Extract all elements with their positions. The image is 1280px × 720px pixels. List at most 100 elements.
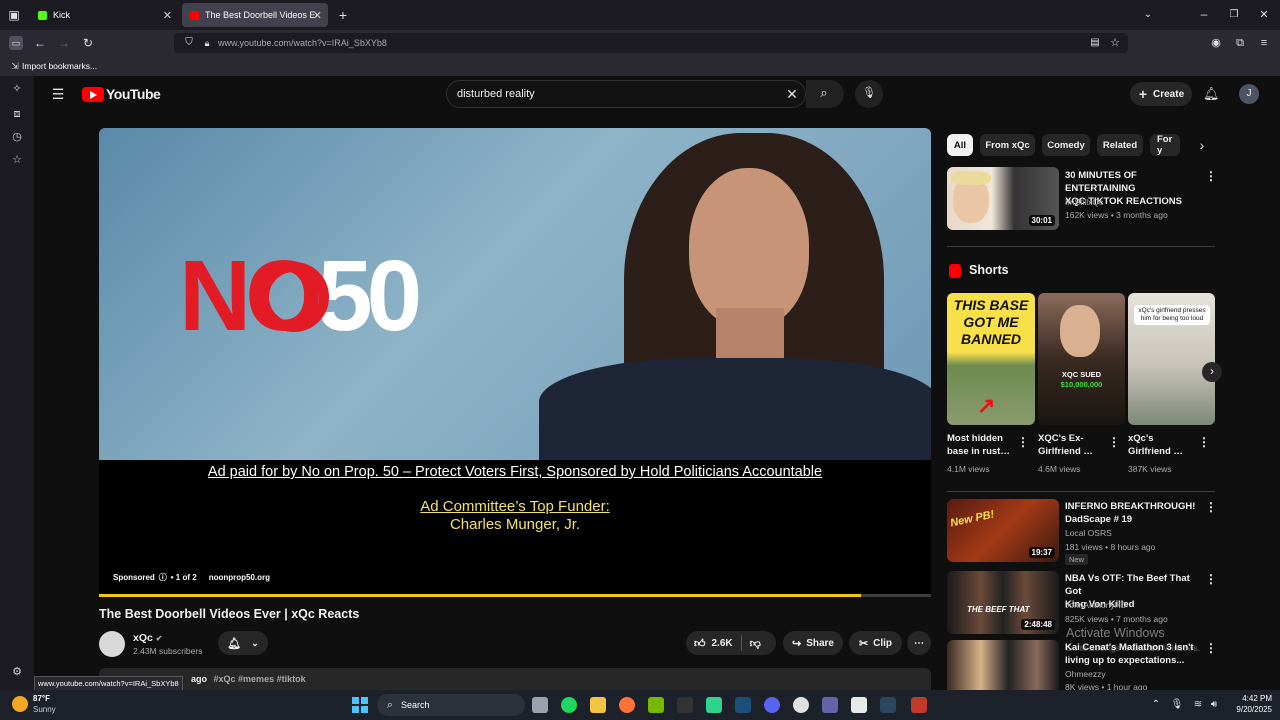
rec-title[interactable]: INFERNO BREAKTHROUGH! DadScape # 19	[1065, 500, 1205, 526]
settings-gear-icon[interactable]: ⚙	[11, 666, 23, 678]
account-icon[interactable]: ◉	[1209, 36, 1223, 50]
more-vertical-icon[interactable]: ⋮	[1198, 436, 1210, 448]
chip-all[interactable]: All	[947, 134, 973, 156]
reader-view-icon[interactable]: ▤	[1088, 36, 1102, 50]
forward-icon[interactable]: →	[57, 36, 71, 50]
chrome-icon[interactable]	[793, 697, 809, 713]
bookmark-star-icon[interactable]: ☆	[1108, 36, 1122, 50]
chevron-up-icon[interactable]: ⌃	[1149, 698, 1163, 712]
chevron-right-icon[interactable]: ›	[1195, 138, 1209, 152]
firefox-icon[interactable]	[619, 697, 635, 713]
description-box[interactable]: ago #xQc #memes #tiktok	[99, 668, 931, 690]
task-view-icon[interactable]	[532, 697, 548, 713]
short-title[interactable]: xQc's Girlfriend …	[1128, 432, 1198, 458]
app-red-icon[interactable]	[911, 697, 927, 713]
taskbar-search-box[interactable]: ⌕ Search	[377, 694, 525, 716]
teams-icon[interactable]	[822, 697, 838, 713]
rec-thumbnail[interactable]	[947, 640, 1059, 690]
spotify-icon[interactable]	[561, 697, 577, 713]
slack-icon[interactable]	[851, 697, 867, 713]
steam-2-icon[interactable]	[880, 697, 896, 713]
rec-thumbnail[interactable]: THE BEEF THAT 2:48:48	[947, 571, 1059, 634]
chevron-down-icon[interactable]: ⌄	[1141, 8, 1155, 22]
more-vertical-icon[interactable]: ⋮	[1205, 642, 1217, 654]
voice-search-button[interactable]: 🎙︎	[855, 80, 883, 108]
search-button[interactable]: ⌕	[806, 80, 844, 108]
rec-thumbnail[interactable]: New PB! 19:37	[947, 499, 1059, 562]
rec-thumbnail[interactable]: 30:01	[947, 167, 1059, 230]
url-bar[interactable]: ⛉ 🔒︎ www.youtube.com/watch?v=IRAi_SbXYb8…	[174, 33, 1128, 53]
more-actions-button[interactable]: ⋯	[907, 631, 931, 655]
reload-icon[interactable]: ↻	[81, 36, 95, 50]
steam-icon[interactable]	[735, 697, 751, 713]
back-icon[interactable]: ←	[33, 36, 47, 50]
app-icon[interactable]	[706, 697, 722, 713]
minimize-icon[interactable]: –	[1197, 7, 1211, 21]
tab-kick[interactable]: Kick ✕	[30, 3, 178, 27]
more-vertical-icon[interactable]: ⋮	[1205, 170, 1217, 182]
sidebar-toggle-icon[interactable]: ▭	[9, 36, 23, 50]
video-player[interactable]: NO 50 Ad paid for by No on Prop. 50 – Pr…	[99, 128, 931, 596]
chip-comedy[interactable]: Comedy	[1042, 134, 1090, 156]
short-thumbnail[interactable]: xQc's girlfriend presses him for being t…	[1128, 293, 1215, 425]
youtube-logo[interactable]: YouTube	[82, 86, 161, 102]
menu-icon[interactable]: ≡	[1257, 36, 1271, 50]
notifications-bell-icon[interactable]: 🔔︎	[1203, 87, 1220, 101]
tab-close-icon[interactable]: ✕	[163, 9, 172, 22]
new-tab-icon[interactable]: +	[336, 8, 350, 22]
rec-channel[interactable]: Local OSRS	[1065, 527, 1112, 539]
clip-button[interactable]: ✂ Clip	[849, 631, 902, 655]
avatar[interactable]: J	[1239, 84, 1259, 104]
shorts-next-button[interactable]: ›	[1202, 362, 1222, 382]
short-thumbnail[interactable]: XQC SUED $10,000,000	[1038, 293, 1125, 425]
synced-tabs-icon[interactable]: ⧈	[11, 108, 23, 120]
short-title[interactable]: XQC's Ex- Girlfriend …	[1038, 432, 1108, 458]
thumbs-up-icon[interactable]: 👍︎	[694, 637, 706, 650]
file-explorer-icon[interactable]	[590, 697, 606, 713]
weather-temp[interactable]: 87°F	[33, 694, 50, 703]
rec-channel[interactable]: ImStillxQc	[1065, 196, 1103, 208]
hamburger-menu-icon[interactable]: ☰	[51, 87, 65, 101]
ad-progress-bar[interactable]	[99, 594, 931, 597]
microphone-icon[interactable]: 🎙︎	[1170, 698, 1184, 712]
close-window-icon[interactable]: ✕	[1257, 8, 1271, 22]
chip-for-you[interactable]: For y	[1150, 134, 1180, 156]
search-input[interactable]: disturbed reality ✕	[446, 80, 806, 108]
epic-games-icon[interactable]	[677, 697, 693, 713]
channel-avatar[interactable]	[99, 631, 125, 657]
windows-start-icon[interactable]	[352, 697, 368, 713]
bookmarks-icon[interactable]: ☆	[11, 154, 23, 166]
discord-icon[interactable]	[764, 697, 780, 713]
more-vertical-icon[interactable]: ⋮	[1205, 573, 1217, 585]
volume-icon[interactable]: 🔊︎	[1207, 698, 1221, 712]
ai-sparkle-icon[interactable]: ✧	[11, 83, 23, 95]
clear-search-icon[interactable]: ✕	[785, 87, 799, 101]
tab-list-icon[interactable]: ▣	[7, 8, 21, 22]
short-thumbnail[interactable]: THIS BASE GOT ME BANNED ↗	[947, 293, 1035, 425]
more-vertical-icon[interactable]: ⋮	[1205, 501, 1217, 513]
history-icon[interactable]: ◷	[11, 131, 23, 143]
ad-domain-link[interactable]: noonprop50.org	[209, 573, 270, 582]
clock[interactable]: 4:42 PM 9/20/2025	[1228, 694, 1272, 714]
thumbs-down-icon[interactable]: 👎︎	[750, 637, 761, 650]
rec-channel[interactable]: JohnAnthonyHD	[1065, 599, 1127, 611]
nvidia-icon[interactable]	[648, 697, 664, 713]
short-title[interactable]: Most hidden base in rust…	[947, 432, 1017, 458]
extensions-icon[interactable]: ⧉	[1233, 36, 1247, 50]
restore-icon[interactable]: ❐	[1227, 8, 1241, 22]
wifi-icon[interactable]: ≋	[1191, 698, 1205, 712]
more-vertical-icon[interactable]: ⋮	[1017, 436, 1029, 448]
chip-from-xqc[interactable]: From xQc	[980, 134, 1035, 156]
channel-name[interactable]: xQc ✔	[133, 632, 162, 644]
create-button[interactable]: + Create	[1130, 82, 1192, 106]
chip-related[interactable]: Related	[1097, 134, 1143, 156]
import-bookmarks-link[interactable]: Import bookmarks...	[22, 61, 97, 71]
more-vertical-icon[interactable]: ⋮	[1108, 436, 1120, 448]
description-hashtags[interactable]: #xQc #memes #tiktok	[214, 674, 306, 684]
like-count[interactable]: 2.6K	[712, 638, 733, 649]
rec-channel[interactable]: Ohmeezzy	[1065, 669, 1106, 679]
notification-bell-button[interactable]: 🔔︎ ⌄	[218, 631, 268, 655]
tab-youtube[interactable]: The Best Doorbell Videos Ever | xQc ✕	[182, 3, 328, 27]
share-button[interactable]: ↪ Share	[783, 631, 843, 655]
tab-close-icon[interactable]: ✕	[313, 9, 322, 22]
